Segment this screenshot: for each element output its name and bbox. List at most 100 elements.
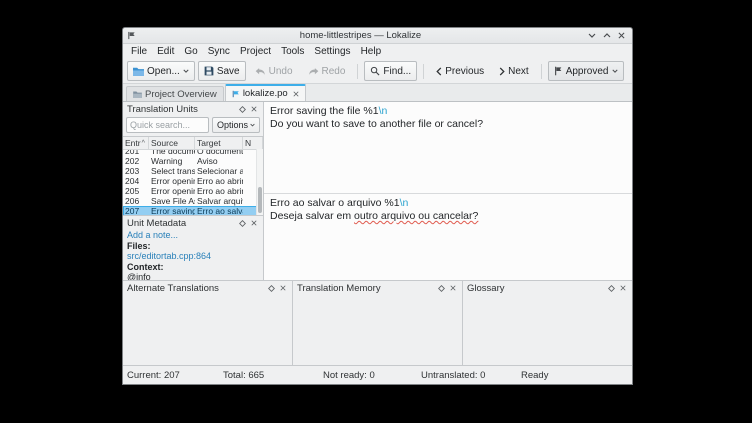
- redo-button[interactable]: Redo: [302, 61, 352, 81]
- table-scrollbar[interactable]: [256, 149, 263, 215]
- unit-metadata-dock: Unit Metadata Add a note... Files: src/e…: [123, 216, 263, 280]
- table-row[interactable]: 203 Select transla... Selecionar ar...: [123, 166, 263, 176]
- main-area: Translation Units Options: [123, 102, 632, 280]
- approved-button[interactable]: Approved: [547, 61, 624, 81]
- column-notes[interactable]: N: [243, 137, 263, 149]
- target-line-2: Deseja salvar em outro arquivo ou cancel…: [270, 210, 626, 223]
- menu-sync[interactable]: Sync: [203, 46, 235, 57]
- tab-close-icon[interactable]: [293, 90, 299, 97]
- source-text: Error saving the file %1: [270, 105, 379, 117]
- file-link[interactable]: src/editortab.cpp:864: [127, 251, 259, 262]
- bottom-dock-row: Alternate Translations Translation Memor…: [123, 280, 632, 365]
- menu-project[interactable]: Project: [235, 46, 276, 57]
- menu-tools[interactable]: Tools: [276, 46, 309, 57]
- add-note-link[interactable]: Add a note...: [127, 230, 259, 241]
- chevron-down-icon: [250, 123, 255, 127]
- glossary-content: [463, 295, 632, 365]
- menu-file[interactable]: File: [126, 46, 152, 57]
- titlebar[interactable]: home-littlestripes — Lokalize: [123, 28, 632, 44]
- menu-help[interactable]: Help: [356, 46, 387, 57]
- cell-target: Erro ao abrir ...: [197, 176, 243, 186]
- next-button[interactable]: Next: [493, 61, 535, 81]
- quick-search-input[interactable]: [126, 117, 209, 133]
- open-button[interactable]: Open...: [127, 61, 195, 81]
- file-flag-icon: [232, 90, 240, 98]
- float-dock-icon[interactable]: [266, 283, 277, 294]
- table-row[interactable]: 205 Error openin... Erro ao abrir ...: [123, 186, 263, 196]
- cell-entry: 204: [125, 176, 140, 186]
- desktop-background: home-littlestripes — Lokalize File Edit …: [0, 0, 752, 423]
- options-button[interactable]: Options: [211, 117, 260, 133]
- target-text-editor[interactable]: Erro ao salvar o arquivo %1\n Deseja sal…: [264, 194, 632, 280]
- close-dock-icon[interactable]: [617, 283, 628, 294]
- tabbar: Project Overview lokalize.po: [123, 84, 632, 102]
- float-dock-icon[interactable]: [237, 218, 248, 229]
- units-table-body: 201 The documen... O documento... 202 Wa…: [123, 150, 263, 215]
- minimize-button[interactable]: [585, 30, 598, 41]
- close-button[interactable]: [615, 30, 628, 41]
- glossary-dock: Glossary: [463, 281, 632, 365]
- units-table-header: Entr ^ Source Target N: [123, 137, 263, 150]
- close-dock-icon[interactable]: [248, 104, 259, 115]
- menu-edit[interactable]: Edit: [152, 46, 179, 57]
- undo-label: Undo: [268, 65, 293, 77]
- units-table: Entr ^ Source Target N 201 The documen..…: [123, 136, 263, 215]
- tab-project-overview[interactable]: Project Overview: [126, 86, 224, 101]
- float-dock-icon[interactable]: [436, 283, 447, 294]
- column-entry-label: Entr: [125, 138, 141, 148]
- toolbar-separator: [423, 63, 425, 79]
- menu-go[interactable]: Go: [179, 46, 202, 57]
- column-target[interactable]: Target: [195, 137, 243, 149]
- context-label: Context:: [127, 261, 164, 272]
- table-row[interactable]: 202 Warning Aviso: [123, 156, 263, 166]
- table-row[interactable]: 206 Save File As Salvar arquiv...: [123, 196, 263, 206]
- cell-target: Erro ao abrir ...: [197, 186, 243, 196]
- status-current: Current: 207: [127, 369, 180, 381]
- table-row-selected[interactable]: 207 Error saving t... Erro ao salvar...: [123, 206, 263, 215]
- source-line-2: Do you want to save to another file or c…: [270, 118, 484, 130]
- options-label: Options: [216, 120, 248, 130]
- folder-icon: [133, 67, 144, 76]
- search-icon: [370, 66, 380, 76]
- toolbar-separator: [540, 63, 542, 79]
- save-button[interactable]: Save: [197, 61, 246, 81]
- left-dock-column: Translation Units Options: [123, 102, 264, 280]
- close-dock-icon[interactable]: [277, 283, 288, 294]
- maximize-button[interactable]: [600, 30, 613, 41]
- window-title: home-littlestripes — Lokalize: [299, 30, 422, 41]
- close-dock-icon[interactable]: [248, 218, 259, 229]
- sort-ascending-icon: ^: [141, 139, 145, 147]
- tab-project-overview-label: Project Overview: [145, 88, 217, 100]
- scrollbar-thumb[interactable]: [258, 187, 262, 213]
- cell-entry: 203: [125, 166, 140, 176]
- float-dock-icon[interactable]: [237, 104, 248, 115]
- translation-editor: Error saving the file %1 \n Do you want t…: [264, 102, 632, 280]
- translation-memory-titlebar: Translation Memory: [293, 281, 462, 295]
- search-row: Options: [123, 116, 263, 136]
- column-source[interactable]: Source: [149, 137, 195, 149]
- chevron-left-icon: [436, 66, 442, 76]
- find-button[interactable]: Find...: [364, 61, 418, 81]
- cell-source: Error saving t...: [151, 206, 195, 215]
- cell-entry: 202: [125, 156, 140, 166]
- undo-button[interactable]: Undo: [249, 61, 299, 81]
- tab-lokalize-po-label: lokalize.po: [242, 88, 288, 99]
- table-row[interactable]: 204 Error openin... Erro ao abrir ...: [123, 176, 263, 186]
- previous-button[interactable]: Previous: [430, 61, 490, 81]
- tab-lokalize-po[interactable]: lokalize.po: [224, 84, 306, 101]
- menu-settings[interactable]: Settings: [309, 46, 355, 57]
- translation-memory-content: [293, 295, 462, 365]
- statusbar: Current: 207 Total: 665 Not ready: 0 Unt…: [123, 365, 632, 384]
- column-entry[interactable]: Entr ^: [123, 137, 149, 149]
- cell-target: Selecionar ar...: [197, 166, 243, 176]
- status-ready: Ready: [521, 369, 549, 381]
- status-untranslated: Untranslated: 0: [421, 369, 486, 381]
- chevron-down-icon: [183, 69, 189, 73]
- close-dock-icon[interactable]: [447, 283, 458, 294]
- alternate-translations-dock: Alternate Translations: [123, 281, 293, 365]
- misspelled-text: outro arquivo ou cancelar?: [354, 210, 479, 222]
- newline-token: \n: [399, 197, 409, 209]
- cell-entry: 205: [125, 186, 140, 196]
- find-label: Find...: [383, 65, 412, 77]
- float-dock-icon[interactable]: [606, 283, 617, 294]
